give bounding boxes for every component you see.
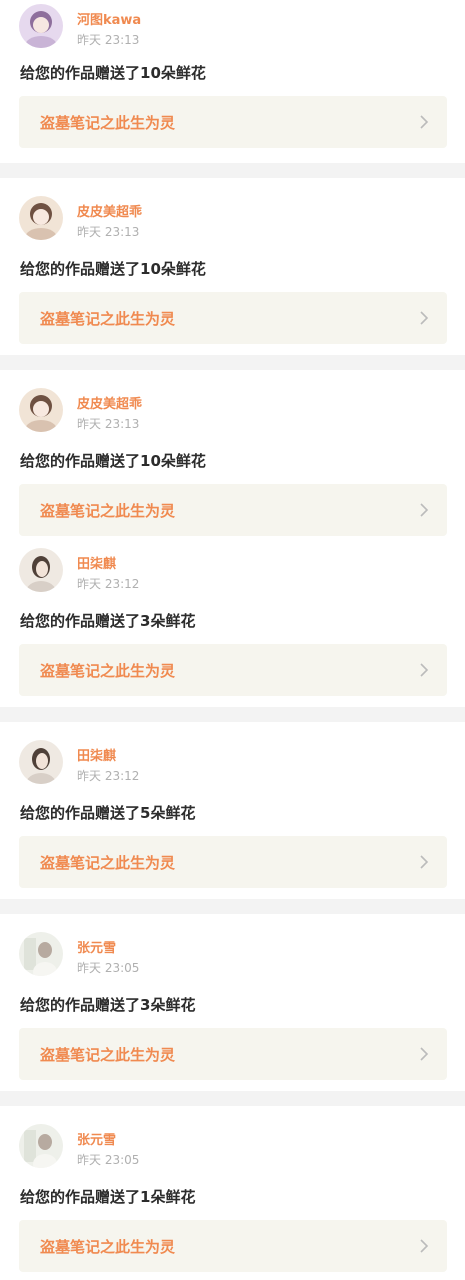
timestamp: 昨天 23:13 [77,417,140,431]
user-row: 皮皮美超乖 昨天 23:13 [19,388,439,434]
avatar-anime-girl-icon[interactable] [19,196,63,240]
gift-notification-card: 张元雪 昨天 23:05 给您的作品赠送了1朵鲜花 盗墓笔记之此生为灵 [0,1106,465,1280]
timestamp: 昨天 23:05 [77,961,140,975]
timestamp: 昨天 23:12 [77,577,140,591]
chevron-right-icon [420,115,429,129]
work-title: 盗墓笔记之此生为灵 [40,502,176,520]
timestamp: 昨天 23:05 [77,1153,140,1167]
work-link-button[interactable]: 盗墓笔记之此生为灵 [19,484,447,536]
gift-message: 给您的作品赠送了5朵鲜花 [20,804,196,822]
avatar-portrait-icon[interactable] [19,740,63,784]
work-title: 盗墓笔记之此生为灵 [40,114,176,132]
timestamp: 昨天 23:12 [77,769,140,783]
username[interactable]: 田柒麒 [77,745,116,764]
user-row: 张元雪 昨天 23:05 [19,932,439,978]
username[interactable]: 皮皮美超乖 [77,393,142,412]
username[interactable]: 张元雪 [77,937,116,956]
gift-message: 给您的作品赠送了10朵鲜花 [20,260,206,278]
timestamp: 昨天 23:13 [77,225,140,239]
gift-notification-card: 田柒麒 昨天 23:12 给您的作品赠送了5朵鲜花 盗墓笔记之此生为灵 [0,722,465,899]
chevron-right-icon [420,311,429,325]
work-link-button[interactable]: 盗墓笔记之此生为灵 [19,96,447,148]
gift-notification-card: 皮皮美超乖 昨天 23:13 给您的作品赠送了10朵鲜花 盗墓笔记之此生为灵 [0,178,465,355]
avatar-portrait-icon[interactable] [19,548,63,592]
gift-notification-card: 河图kawa 昨天 23:13 给您的作品赠送了10朵鲜花 盗墓笔记之此生为灵 [0,0,465,163]
chevron-right-icon [420,1239,429,1253]
gift-notification-group: 皮皮美超乖 昨天 23:13 给您的作品赠送了10朵鲜花 盗墓笔记之此生为灵 田… [0,370,465,707]
gift-message: 给您的作品赠送了10朵鲜花 [20,64,206,82]
username[interactable]: 皮皮美超乖 [77,201,142,220]
work-link-button[interactable]: 盗墓笔记之此生为灵 [19,1220,447,1272]
work-title: 盗墓笔记之此生为灵 [40,662,176,680]
user-row: 张元雪 昨天 23:05 [19,1124,439,1170]
work-title: 盗墓笔记之此生为灵 [40,854,176,872]
avatar-photo-icon[interactable] [19,1124,63,1168]
gift-notification-feed: 河图kawa 昨天 23:13 给您的作品赠送了10朵鲜花 盗墓笔记之此生为灵 … [0,0,465,1280]
user-row: 田柒麒 昨天 23:12 [19,740,439,786]
gift-message: 给您的作品赠送了3朵鲜花 [20,996,196,1014]
user-row: 田柒麒 昨天 23:12 [19,548,439,594]
work-title: 盗墓笔记之此生为灵 [40,1238,176,1256]
chevron-right-icon [420,663,429,677]
work-title: 盗墓笔记之此生为灵 [40,310,176,328]
chevron-right-icon [420,1047,429,1061]
gift-notification-card: 张元雪 昨天 23:05 给您的作品赠送了3朵鲜花 盗墓笔记之此生为灵 [0,914,465,1091]
username[interactable]: 田柒麒 [77,553,116,572]
timestamp: 昨天 23:13 [77,33,140,47]
avatar-photo-icon[interactable] [19,932,63,976]
work-link-button[interactable]: 盗墓笔记之此生为灵 [19,1028,447,1080]
user-row: 河图kawa 昨天 23:13 [19,4,439,50]
chevron-right-icon [420,503,429,517]
chevron-right-icon [420,855,429,869]
gift-message: 给您的作品赠送了10朵鲜花 [20,452,206,470]
work-link-button[interactable]: 盗墓笔记之此生为灵 [19,836,447,888]
user-row: 皮皮美超乖 昨天 23:13 [19,196,439,242]
username[interactable]: 河图kawa [77,9,141,28]
gift-message: 给您的作品赠送了1朵鲜花 [20,1188,196,1206]
work-link-button[interactable]: 盗墓笔记之此生为灵 [19,644,447,696]
avatar-anime-girl-icon[interactable] [19,388,63,432]
gift-message: 给您的作品赠送了3朵鲜花 [20,612,196,630]
work-link-button[interactable]: 盗墓笔记之此生为灵 [19,292,447,344]
username[interactable]: 张元雪 [77,1129,116,1148]
avatar-anime-girl-icon[interactable] [19,4,63,48]
work-title: 盗墓笔记之此生为灵 [40,1046,176,1064]
